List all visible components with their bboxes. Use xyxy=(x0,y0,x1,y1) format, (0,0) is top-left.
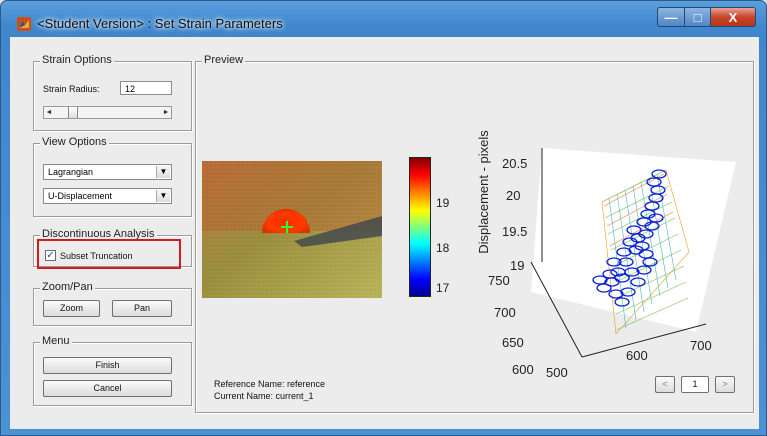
matlab-icon xyxy=(17,17,31,31)
y-tick-label: 650 xyxy=(502,335,524,350)
colorbar-tick: 18 xyxy=(436,241,450,255)
strain-radius-input[interactable]: 12 xyxy=(120,81,172,95)
image-index-field[interactable]: 1 xyxy=(681,376,709,393)
pan-button[interactable]: Pan xyxy=(112,300,172,317)
chevron-right-icon: > xyxy=(722,379,728,389)
subset-truncation-label: Subset Truncation xyxy=(60,251,133,261)
colorbar-tick: 19 xyxy=(436,196,450,210)
slider-thumb[interactable] xyxy=(68,107,78,118)
x-tick-label: 700 xyxy=(690,338,712,353)
maximize-icon: □ xyxy=(693,9,702,25)
slider-left-arrow-icon[interactable]: ◄ xyxy=(44,107,54,118)
preview-panel: Preview 19 18 17 Displacement - pixels 2… xyxy=(195,54,754,413)
close-button[interactable]: X xyxy=(710,7,756,27)
subset-truncation-checkbox[interactable]: ✓ xyxy=(45,250,56,261)
colorbar-tick: 17 xyxy=(436,281,450,295)
y-tick-label: 750 xyxy=(488,273,510,288)
strain-options-title: Strain Options xyxy=(40,54,114,66)
minimize-icon: — xyxy=(664,9,678,25)
reference-name-text: Reference Name: reference xyxy=(214,379,326,389)
reference-frame-value: Lagrangian xyxy=(48,167,94,177)
maximize-button[interactable]: □ xyxy=(684,7,711,27)
displacement-3d-plot[interactable]: Displacement - pixels 20.5 20 19.5 19 75… xyxy=(476,102,748,377)
checkmark-icon: ✓ xyxy=(46,250,55,261)
displacement-component-value: U-Displacement xyxy=(48,191,113,201)
reference-frame-select[interactable]: Lagrangian ▼ xyxy=(43,164,172,180)
chevron-down-icon[interactable]: ▼ xyxy=(156,190,170,202)
zoom-pan-title: Zoom/Pan xyxy=(40,281,95,293)
previous-image-button[interactable]: < xyxy=(655,376,675,393)
z-tick-label: 20.5 xyxy=(502,156,527,171)
chevron-down-icon[interactable]: ▼ xyxy=(156,166,170,178)
slider-right-arrow-icon[interactable]: ► xyxy=(161,107,171,118)
view-options-title: View Options xyxy=(40,136,109,148)
next-image-button[interactable]: > xyxy=(715,376,735,393)
z-tick-label: 19.5 xyxy=(502,224,527,239)
close-icon: X xyxy=(728,9,738,25)
z-tick-label: 20 xyxy=(506,188,520,203)
finish-button[interactable]: Finish xyxy=(43,357,172,374)
strain-radius-label: Strain Radius: xyxy=(43,84,100,94)
displacement-component-select[interactable]: U-Displacement ▼ xyxy=(43,188,172,204)
menu-group: Menu Finish Cancel xyxy=(33,335,192,406)
zoom-button[interactable]: Zoom xyxy=(43,300,100,317)
minimize-button[interactable]: — xyxy=(657,7,685,27)
view-options-group: View Options Lagrangian ▼ U-Displacement… xyxy=(33,136,192,217)
x-tick-label: 600 xyxy=(626,348,648,363)
strain-overlay-image[interactable] xyxy=(202,161,382,298)
dialog-client-area: Strain Options Strain Radius: 12 ◄ ► Vie… xyxy=(10,37,759,429)
z-axis-label: Displacement - pixels xyxy=(476,130,491,254)
title-bar[interactable]: <Student Version> : Set Strain Parameter… xyxy=(1,1,766,37)
y-tick-label: 700 xyxy=(494,305,516,320)
window-title: <Student Version> : Set Strain Parameter… xyxy=(37,16,283,31)
zoom-pan-group: Zoom/Pan Zoom Pan xyxy=(33,281,192,326)
preview-title: Preview xyxy=(202,54,246,66)
cancel-button[interactable]: Cancel xyxy=(43,380,172,397)
chevron-left-icon: < xyxy=(662,379,668,389)
x-tick-label: 500 xyxy=(546,365,568,377)
menu-title: Menu xyxy=(40,335,72,347)
current-name-text: Current Name: current_1 xyxy=(214,391,314,401)
colorbar xyxy=(409,157,431,297)
strain-options-group: Strain Options Strain Radius: 12 ◄ ► xyxy=(33,54,192,131)
strain-radius-slider[interactable]: ◄ ► xyxy=(43,106,172,119)
z-tick-label: 19 xyxy=(510,258,524,273)
y-tick-label: 600 xyxy=(512,362,534,377)
app-window: <Student Version> : Set Strain Parameter… xyxy=(0,0,767,436)
